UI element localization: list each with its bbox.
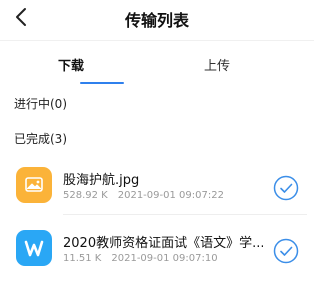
file-size: 11.51 K [63, 253, 102, 264]
wps-document-icon [16, 230, 52, 266]
completed-check-icon[interactable] [273, 238, 299, 264]
list-item[interactable]: 2020教师资格证面试《语文》学... 11.51 K 2021-09-01 09… [0, 228, 314, 274]
row-divider [63, 214, 307, 215]
header-divider [0, 40, 314, 41]
header-bar: 传输列表 [0, 0, 314, 38]
list-item[interactable]: 股海护航.jpg 528.92 K 2021-09-01 09:07:22 [0, 165, 314, 215]
file-size: 528.92 K [63, 190, 108, 201]
tab-upload[interactable]: 上传 [170, 55, 264, 74]
file-name: 股海护航.jpg [63, 173, 140, 188]
image-file-icon [16, 167, 52, 203]
tab-download[interactable]: 下载 [24, 55, 118, 74]
completed-check-icon[interactable] [273, 175, 299, 201]
file-meta: 528.92 K 2021-09-01 09:07:22 [63, 190, 224, 201]
file-time: 2021-09-01 09:07:22 [117, 190, 224, 201]
section-completed: 已完成(3) [14, 132, 67, 146]
file-meta: 11.51 K 2021-09-01 09:07:10 [63, 253, 218, 264]
page-title: 传输列表 [124, 11, 189, 30]
section-in-progress: 进行中(0) [14, 97, 67, 111]
active-tab-indicator [80, 82, 124, 84]
file-time: 2021-09-01 09:07:10 [111, 253, 218, 264]
file-name: 2020教师资格证面试《语文》学... [63, 236, 263, 251]
